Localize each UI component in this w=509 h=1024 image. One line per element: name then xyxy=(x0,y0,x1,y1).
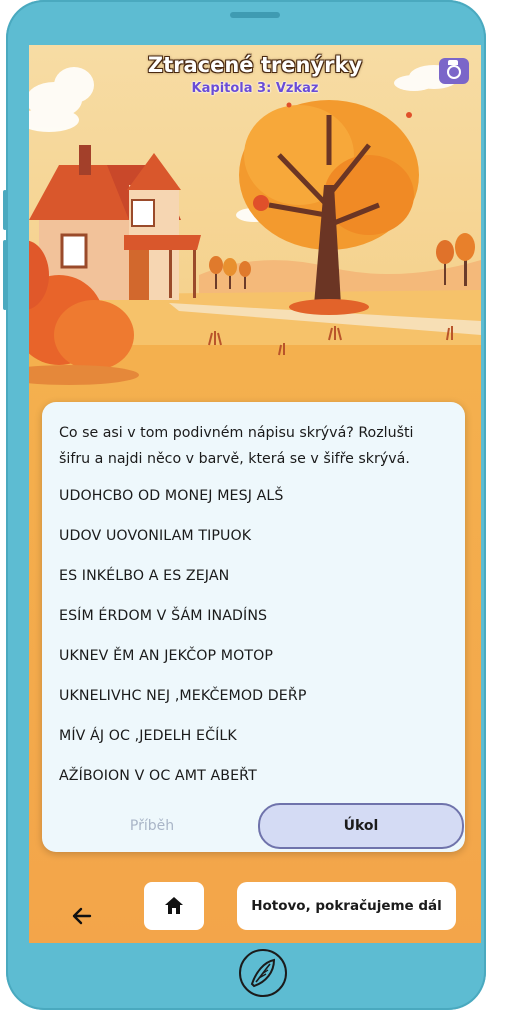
story-title: Ztracené trenýrky xyxy=(147,53,363,77)
tab-bar: Příběh Úkol xyxy=(42,802,465,850)
camera-lens xyxy=(447,65,461,79)
phone-side-button xyxy=(3,190,7,230)
home-icon xyxy=(165,897,183,914)
phone-side-button xyxy=(3,240,7,310)
arrow-left-icon xyxy=(72,907,92,925)
cipher-line: ES INKÉLBO A ES ZEJAN xyxy=(59,568,230,584)
cipher-line: MÍV ÁJ OC ,JEDELH EČÍLK xyxy=(59,728,237,744)
cipher-line: AŽÍBOJON V OC AMT ABEŘT xyxy=(59,768,257,780)
camera-button[interactable] xyxy=(439,58,469,84)
done-continue-button[interactable]: Hotovo, pokračujeme dál xyxy=(237,882,456,930)
cipher-line: UDOHCBO OD MONEJ MESJ ALŠ xyxy=(59,488,284,504)
cipher-line: UKNEV ĚM AN JEKČOP MOTOP xyxy=(59,648,274,664)
task-intro: Co se asi v tom podivném nápisu skrývá? … xyxy=(59,425,414,467)
app-screen: Ztracené trenýrky Kapitola 3: Vzkaz Co s… xyxy=(29,45,481,943)
tab-story[interactable]: Příběh xyxy=(52,805,252,847)
app-logo-icon xyxy=(239,949,287,997)
back-button[interactable] xyxy=(59,893,105,939)
tab-task[interactable]: Úkol xyxy=(258,803,464,849)
phone-speaker xyxy=(230,12,280,18)
chapter-subtitle: Kapitola 3: Vzkaz xyxy=(191,81,319,96)
phone-frame: Ztracené trenýrky Kapitola 3: Vzkaz Co s… xyxy=(3,0,486,1010)
cipher-line: ESÍM ÉRDOM V ŠÁM INADÍNS xyxy=(59,608,268,624)
cipher-line: UDOV UOVONILAM TIPUOK xyxy=(59,528,252,544)
task-card: Co se asi v tom podivném nápisu skrývá? … xyxy=(42,402,465,852)
cipher-line: UKNELIVHC NEJ ,MEKČEMOD DEŘP xyxy=(59,688,307,704)
task-text-area[interactable]: Co se asi v tom podivném nápisu skrývá? … xyxy=(59,420,445,780)
home-button[interactable] xyxy=(144,882,204,930)
